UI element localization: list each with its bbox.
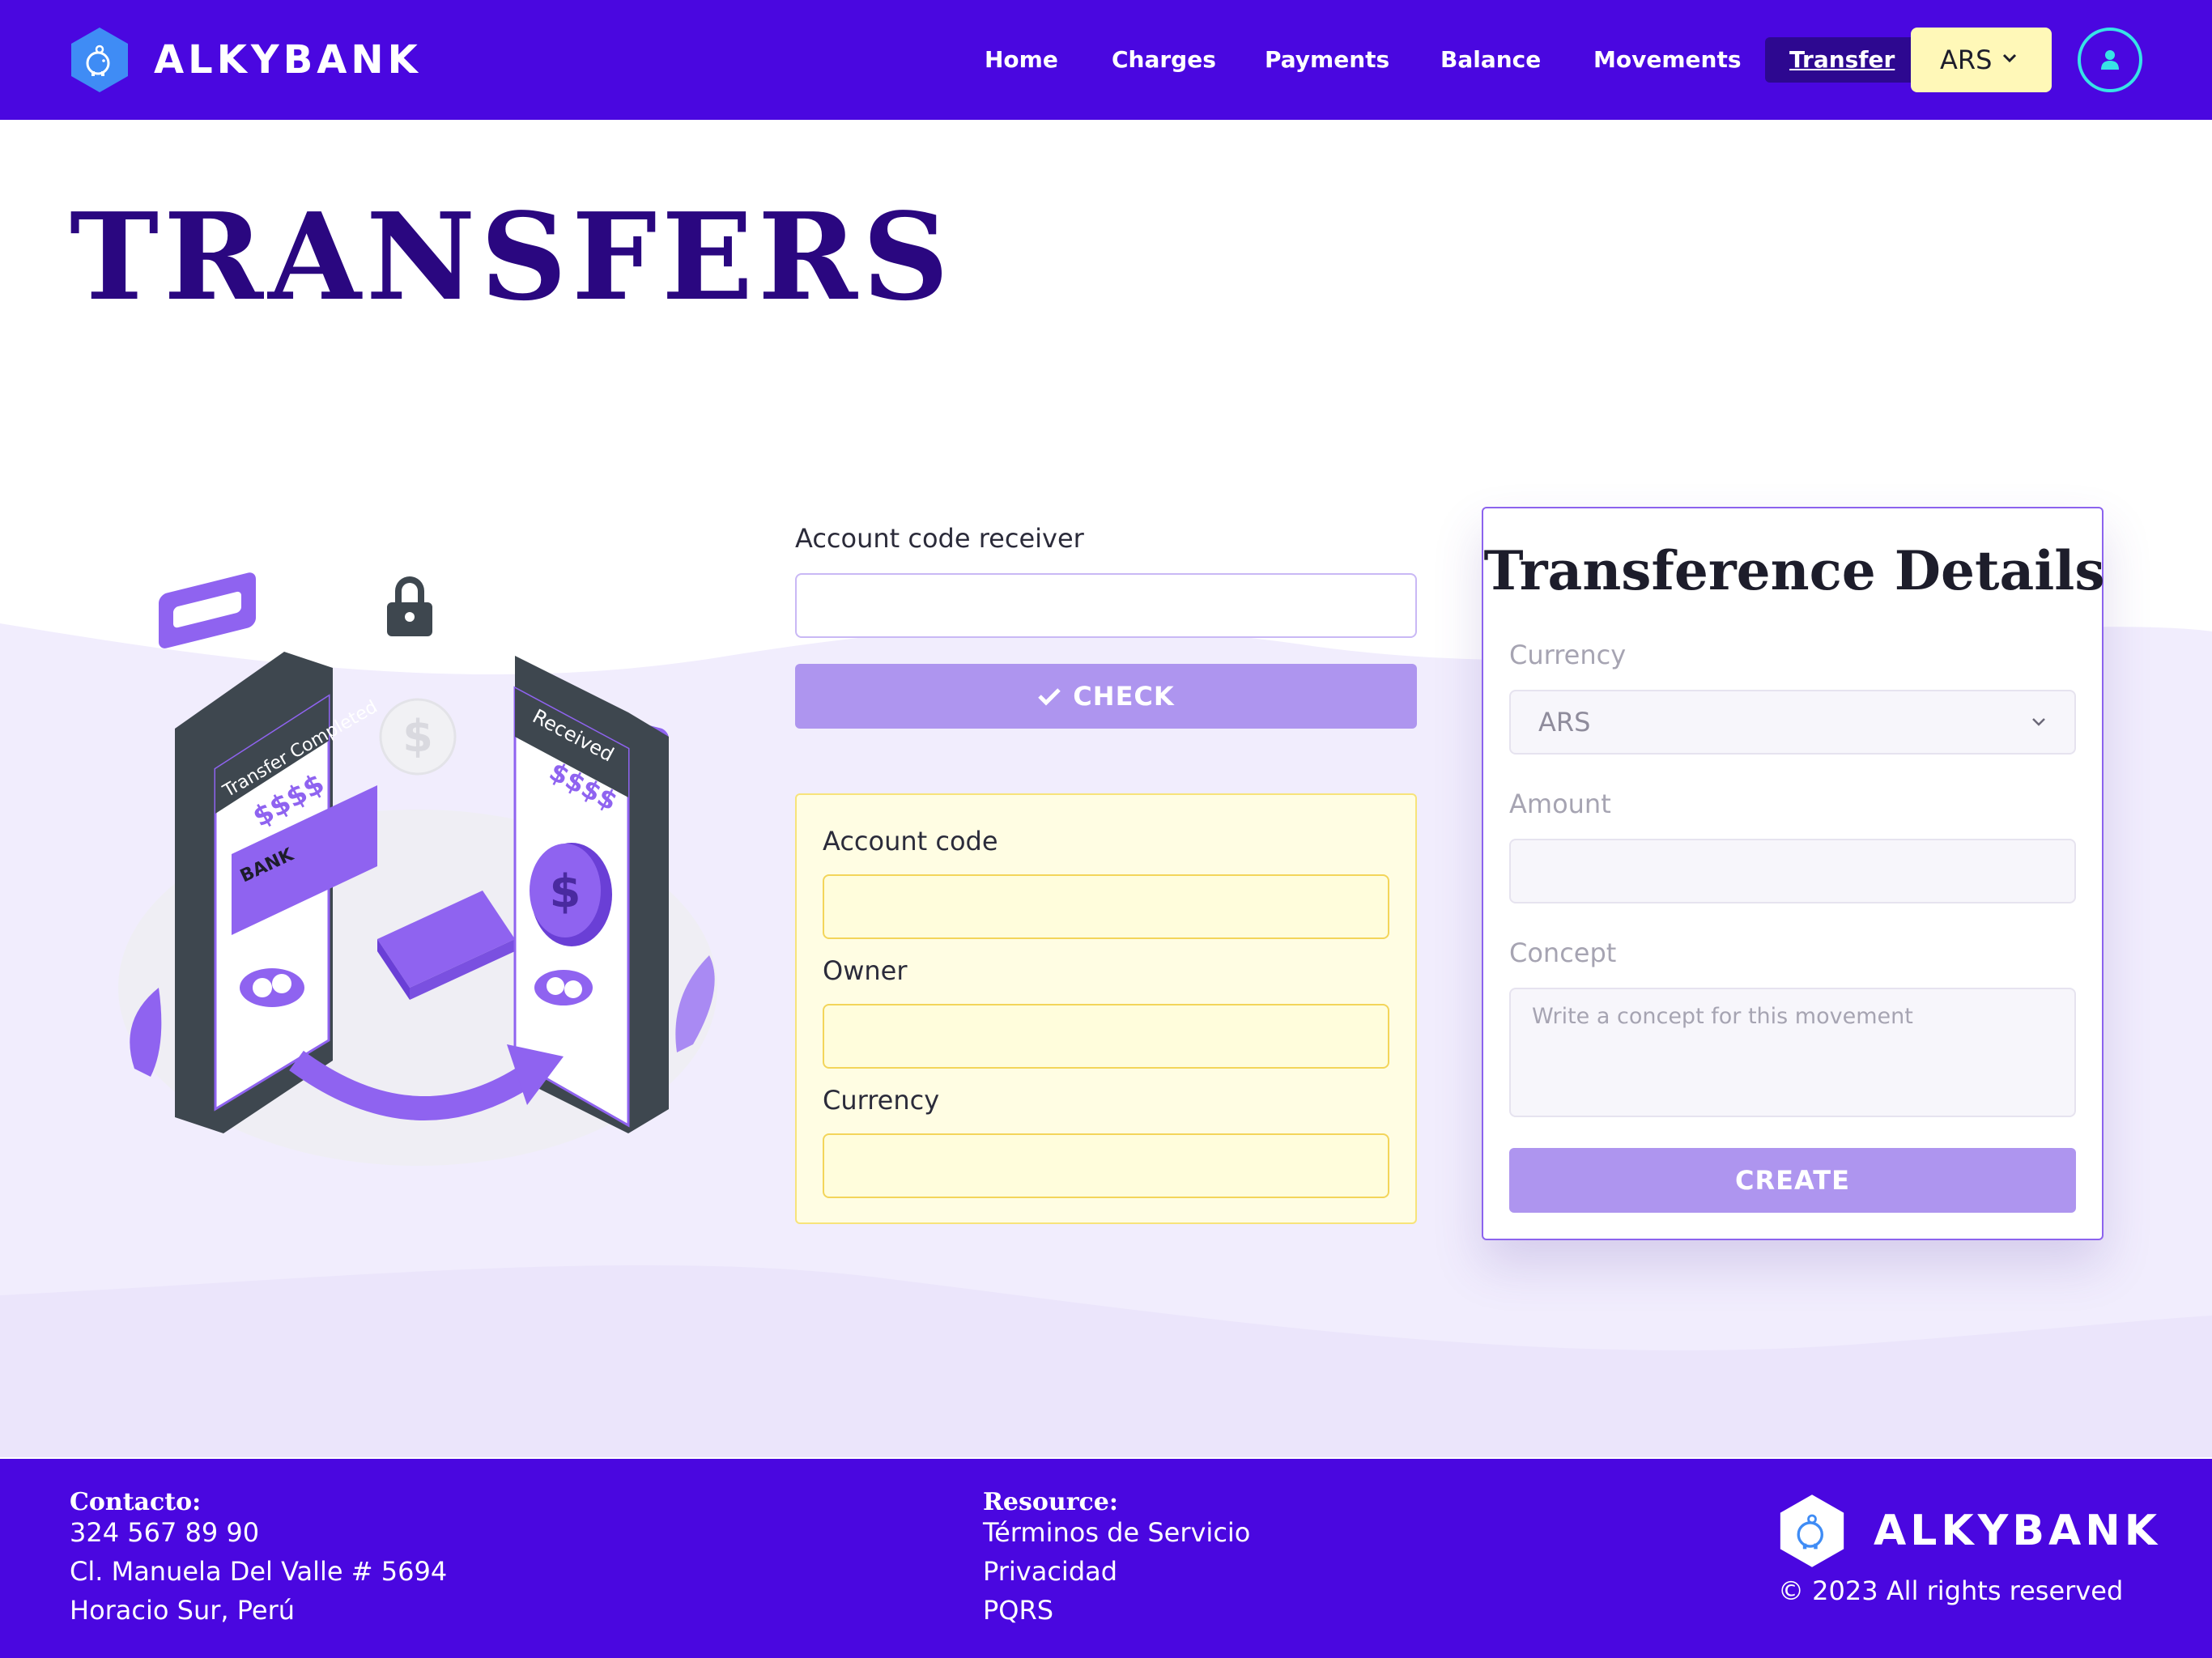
currency-dropdown-value: ARS — [1940, 45, 1993, 75]
receiver-account-label: Account code receiver — [795, 523, 1084, 554]
details-currency-value: ARS — [1538, 707, 1591, 738]
details-currency-label: Currency — [1509, 640, 1627, 670]
account-code-label: Account code — [823, 826, 998, 857]
owner-field[interactable] — [823, 1004, 1389, 1069]
contact-city: Horacio Sur, Perú — [70, 1595, 296, 1626]
account-code-field[interactable] — [823, 874, 1389, 939]
user-icon — [2101, 50, 2119, 70]
brand-name: ALKYBANK — [154, 37, 422, 83]
concept-textarea[interactable]: Write a concept for this movement — [1509, 988, 2076, 1117]
nav-payments[interactable]: Payments — [1265, 37, 1389, 83]
privacy-link[interactable]: Privacidad — [983, 1556, 1117, 1587]
contact-heading: Contacto: — [70, 1488, 202, 1516]
concept-placeholder: Write a concept for this movement — [1532, 1004, 1913, 1029]
check-button-label: CHECK — [1073, 681, 1175, 712]
copyright-text: © 2023 All rights reserved — [1778, 1575, 2124, 1606]
transference-details-card: Transference Details Currency ARS Amount… — [1482, 507, 2105, 1240]
user-avatar-button[interactable] — [2078, 28, 2142, 92]
nav-home[interactable]: Home — [985, 37, 1058, 83]
svg-text:$: $ — [550, 865, 581, 918]
receiver-currency-label: Currency — [823, 1085, 940, 1116]
contact-phone: 324 567 89 90 — [70, 1517, 260, 1548]
details-title: Transference Details — [1483, 539, 2105, 602]
chevron-down-icon — [2002, 53, 2017, 63]
receiver-currency-field[interactable] — [823, 1133, 1389, 1198]
page-title: TRANSFERS — [70, 186, 954, 327]
footer: Contacto: 324 567 89 90 Cl. Manuela Del … — [0, 1459, 2212, 1658]
svg-text:$: $ — [402, 711, 433, 762]
checkmark-icon — [1038, 688, 1061, 706]
owner-label: Owner — [823, 955, 908, 986]
check-button[interactable]: CHECK — [795, 664, 1417, 729]
nav-transfer[interactable]: Transfer — [1765, 37, 1920, 83]
chevron-down-icon — [2032, 718, 2045, 726]
resource-heading: Resource: — [983, 1488, 1118, 1516]
terms-link[interactable]: Términos de Servicio — [983, 1517, 1250, 1548]
contact-address: Cl. Manuela Del Valle # 5694 — [70, 1556, 448, 1587]
nav-charges[interactable]: Charges — [1112, 37, 1216, 83]
receiver-info-panel: Account code Owner Currency — [795, 793, 1417, 1224]
pqrs-link[interactable]: PQRS — [983, 1595, 1053, 1626]
lock-icon — [387, 576, 432, 636]
brand-logo[interactable]: ALKYBANK — [70, 26, 422, 94]
password-bubble-icon — [159, 572, 256, 648]
create-button[interactable]: CREATE — [1509, 1148, 2076, 1213]
top-navbar: ALKYBANK Home Charges Payments Balance M… — [0, 0, 2212, 120]
nav-movements[interactable]: Movements — [1593, 37, 1742, 83]
piggy-bank-logo-icon — [71, 28, 128, 92]
amount-input[interactable] — [1509, 839, 2076, 903]
transfer-illustration: $ Transfer Completed $$$$ BANK Received … — [118, 572, 717, 1166]
footer-brand-name: ALKYBANK — [1874, 1507, 2162, 1555]
currency-dropdown[interactable]: ARS — [1911, 28, 2052, 92]
details-currency-select[interactable]: ARS — [1509, 690, 2076, 755]
concept-label: Concept — [1509, 937, 1617, 968]
footer-brand-logo: ALKYBANK — [1778, 1493, 2161, 1569]
nav-balance[interactable]: Balance — [1440, 37, 1541, 83]
receiver-account-input[interactable] — [795, 573, 1417, 638]
amount-label: Amount — [1509, 789, 1611, 819]
piggy-bank-logo-icon — [1780, 1494, 1844, 1567]
